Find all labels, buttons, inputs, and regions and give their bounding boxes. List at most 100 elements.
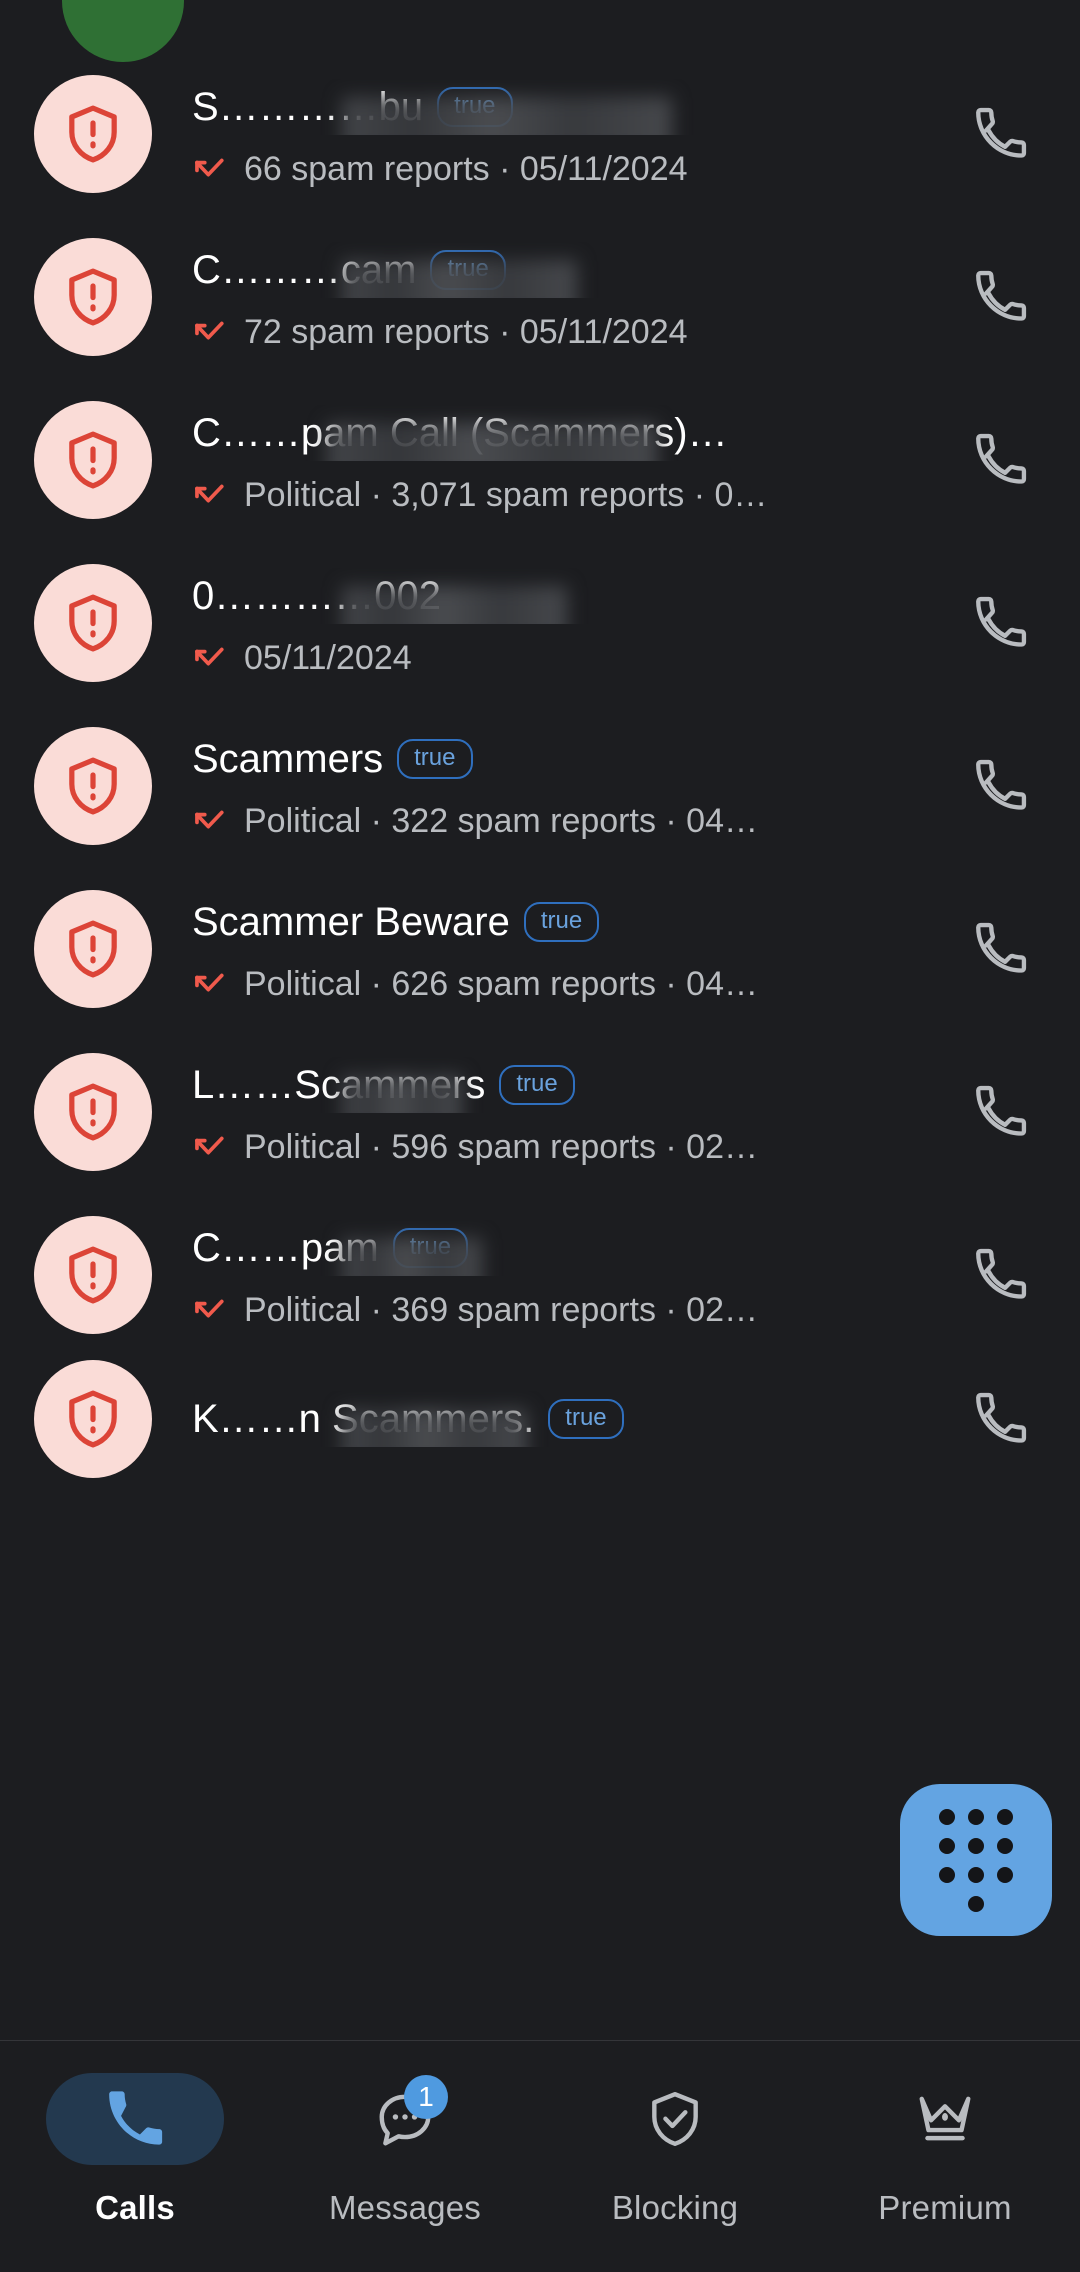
spam-shield-icon	[60, 1242, 126, 1308]
call-subtitle-line: 05/11/2024	[192, 638, 928, 678]
call-subtitle-text: Political · 369 spam reports · 02…	[244, 1290, 758, 1329]
call-back-button[interactable]	[940, 237, 1060, 357]
spam-shield-icon	[60, 753, 126, 819]
nav-tab-label: Messages	[328, 2189, 481, 2226]
call-row-body: Scammers true Political · 322 spam reports…	[192, 731, 940, 841]
caller-name: S…………bu	[192, 84, 424, 129]
call-back-button[interactable]	[940, 1052, 1060, 1172]
call-row-body: L……Scammers true Political · 596 spam repo…	[192, 1057, 940, 1167]
call-subtitle-text: Political · 626 spam reports · 04…	[244, 964, 758, 1003]
spam-shield-icon	[60, 427, 126, 493]
call-row-body: K……n Scammers. true	[192, 1391, 940, 1447]
verified-true-badge: true	[523, 901, 600, 942]
phone-icon	[971, 268, 1029, 326]
shield-check-icon	[586, 2073, 764, 2165]
nav-tab-premium[interactable]: Premium	[810, 2041, 1080, 2272]
missed-incoming-call-icon	[192, 152, 226, 186]
call-subtitle-line: Political · 596 spam reports · 02…	[192, 1127, 928, 1167]
call-log-row[interactable]: L……Scammers true Political · 596 spam repo…	[0, 1030, 1080, 1193]
nav-tab-label: Calls	[95, 2189, 175, 2226]
caller-name: C……pam Call (Scammers)…	[192, 410, 728, 455]
caller-name: Scammer Beware	[192, 899, 510, 944]
nav-tab-label: Blocking	[611, 2189, 739, 2226]
call-log-row[interactable]: 0…………002 05/11/2024	[0, 541, 1080, 704]
call-title-line: S…………bu true	[192, 79, 928, 135]
call-row-body: C………cam true 72 spam reports · 05/11/2024	[192, 242, 940, 352]
call-log-row[interactable]: K……n Scammers. true	[0, 1337, 1080, 1500]
call-subtitle-line: Political · 369 spam reports · 02…	[192, 1290, 928, 1330]
phone-icon	[971, 1246, 1029, 1304]
phone-icon	[971, 757, 1029, 815]
verified-true-badge: true	[397, 738, 473, 779]
call-subtitle-line: 72 spam reports · 05/11/2024	[192, 312, 928, 352]
message-bubble-icon: 1	[316, 2073, 494, 2165]
verified-true-badge: true	[392, 1227, 469, 1268]
call-subtitle-text: 66 spam reports · 05/11/2024	[244, 149, 688, 188]
nav-tab-messages[interactable]: 1 Messages	[270, 2041, 540, 2272]
call-log-row[interactable]: Scammer Beware true Political · 626 spam r…	[0, 867, 1080, 1030]
avatar	[34, 726, 152, 845]
call-subtitle-line: 66 spam reports · 05/11/2024	[192, 149, 928, 189]
dialpad-icon	[939, 1808, 1013, 1912]
call-back-button[interactable]	[940, 400, 1060, 520]
call-log-row[interactable]: C……pam true Political · 369 spam reports ·…	[0, 1193, 1080, 1356]
phone-icon	[971, 594, 1029, 652]
phone-icon	[971, 1390, 1029, 1448]
spam-shield-icon	[60, 264, 126, 330]
call-title-line: C……pam true	[192, 1220, 928, 1276]
missed-incoming-call-icon	[192, 315, 226, 349]
call-log-row[interactable]: S…………bu true 66 spam reports · 05/11/2024	[0, 52, 1080, 215]
call-subtitle-line: Political · 626 spam reports · 04…	[192, 964, 928, 1004]
dialpad-fab-button[interactable]	[900, 1784, 1052, 1936]
call-back-button[interactable]	[940, 1359, 1060, 1479]
call-back-button[interactable]	[940, 726, 1060, 846]
avatar	[34, 563, 152, 682]
app-screen: |||| S…………butrue66 spam reports · 05/11/…	[0, 0, 1080, 2272]
phone-icon	[971, 920, 1029, 978]
missed-incoming-call-icon	[192, 641, 226, 675]
call-back-button[interactable]	[940, 74, 1060, 194]
phone-icon	[971, 1083, 1029, 1141]
call-log-row[interactable]: C………cam true 72 spam reports · 05/11/2024	[0, 215, 1080, 378]
missed-incoming-call-icon	[192, 1293, 226, 1327]
call-title-line: Scammers true	[192, 731, 928, 787]
call-subtitle-line: Political · 322 spam reports · 04…	[192, 801, 928, 841]
call-subtitle-text: Political · 596 spam reports · 02…	[244, 1127, 758, 1166]
call-subtitle-text: 05/11/2024	[244, 638, 412, 677]
spam-shield-icon	[60, 1079, 126, 1145]
call-title-line: C………cam true	[192, 242, 928, 298]
nav-tab-blocking[interactable]: Blocking	[540, 2041, 810, 2272]
call-row-body: Scammer Beware true Political · 626 spam r…	[192, 894, 940, 1004]
call-subtitle-line: Political · 3,071 spam reports · 0…	[192, 475, 928, 515]
call-back-button[interactable]	[940, 563, 1060, 683]
call-log-row[interactable]: C……pam Call (Scammers)… Political · 3,071…	[0, 378, 1080, 541]
call-subtitle-text: Political · 3,071 spam reports · 0…	[244, 475, 768, 514]
avatar	[34, 889, 152, 1008]
nav-tab-label: Premium	[878, 2189, 1012, 2226]
caller-name: Scammers	[192, 736, 384, 781]
call-row-body: C……pam Call (Scammers)… Political · 3,071…	[192, 405, 940, 515]
caller-name: C……pam	[192, 1225, 379, 1270]
caller-name: 0…………002	[192, 573, 441, 618]
missed-incoming-call-icon	[192, 478, 226, 512]
caller-name: K……n Scammers.	[192, 1396, 535, 1441]
nav-tab-calls[interactable]: Calls	[0, 2041, 270, 2272]
call-back-button[interactable]	[940, 889, 1060, 1009]
call-log-list[interactable]: S…………bu true 66 spam reports · 05/11/2024 C…	[0, 0, 1080, 2040]
avatar	[34, 1359, 152, 1478]
unread-count-badge: 1	[404, 2075, 448, 2119]
call-title-line: L……Scammers true	[192, 1057, 928, 1113]
call-row-body: 0…………002 05/11/2024	[192, 568, 940, 678]
call-row-body: S…………bu true 66 spam reports · 05/11/2024	[192, 79, 940, 189]
spam-shield-icon	[60, 1386, 126, 1452]
call-back-button[interactable]	[940, 1215, 1060, 1335]
missed-incoming-call-icon	[192, 1130, 226, 1164]
call-subtitle-text: Political · 322 spam reports · 04…	[244, 801, 758, 840]
call-title-line: K……n Scammers. true	[192, 1391, 928, 1447]
phone-icon	[971, 105, 1029, 163]
verified-true-badge: true	[548, 1398, 624, 1439]
avatar	[34, 237, 152, 356]
phone-icon	[46, 2073, 224, 2165]
call-title-line: Scammer Beware true	[192, 894, 928, 950]
call-log-row[interactable]: Scammers true Political · 322 spam reports…	[0, 704, 1080, 867]
